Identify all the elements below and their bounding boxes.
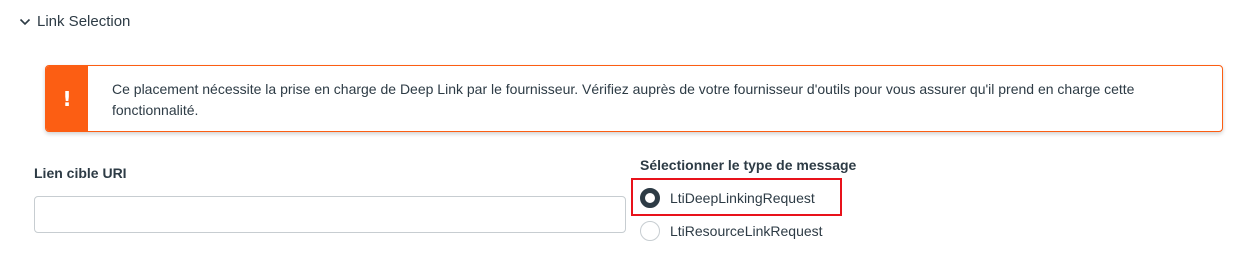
radio-option-deep-linking[interactable]: LtiDeepLinkingRequest — [640, 188, 815, 208]
section-title: Link Selection — [37, 13, 131, 30]
target-uri-input[interactable] — [34, 196, 626, 233]
radio-button-checked[interactable] — [640, 188, 660, 208]
radio-option-label: LtiDeepLinkingRequest — [670, 190, 815, 206]
link-selection-toggle[interactable]: Link Selection — [19, 13, 130, 30]
link-selection-page: Link Selection ! Ce placement nécessite … — [0, 0, 1242, 254]
target-uri-label: Lien cible URI — [34, 165, 127, 181]
chevron-down-icon — [19, 16, 31, 28]
radio-option-resource-link[interactable]: LtiResourceLinkRequest — [640, 221, 823, 241]
alert-icon-container: ! — [46, 66, 88, 131]
message-type-label: Sélectionner le type de message — [640, 157, 857, 173]
radio-button-unchecked[interactable] — [640, 221, 660, 241]
radio-option-label: LtiResourceLinkRequest — [670, 223, 823, 239]
warning-alert: ! Ce placement nécessite la prise en cha… — [45, 65, 1223, 132]
warning-icon: ! — [62, 86, 72, 111]
alert-message: Ce placement nécessite la prise en charg… — [112, 81, 1135, 118]
